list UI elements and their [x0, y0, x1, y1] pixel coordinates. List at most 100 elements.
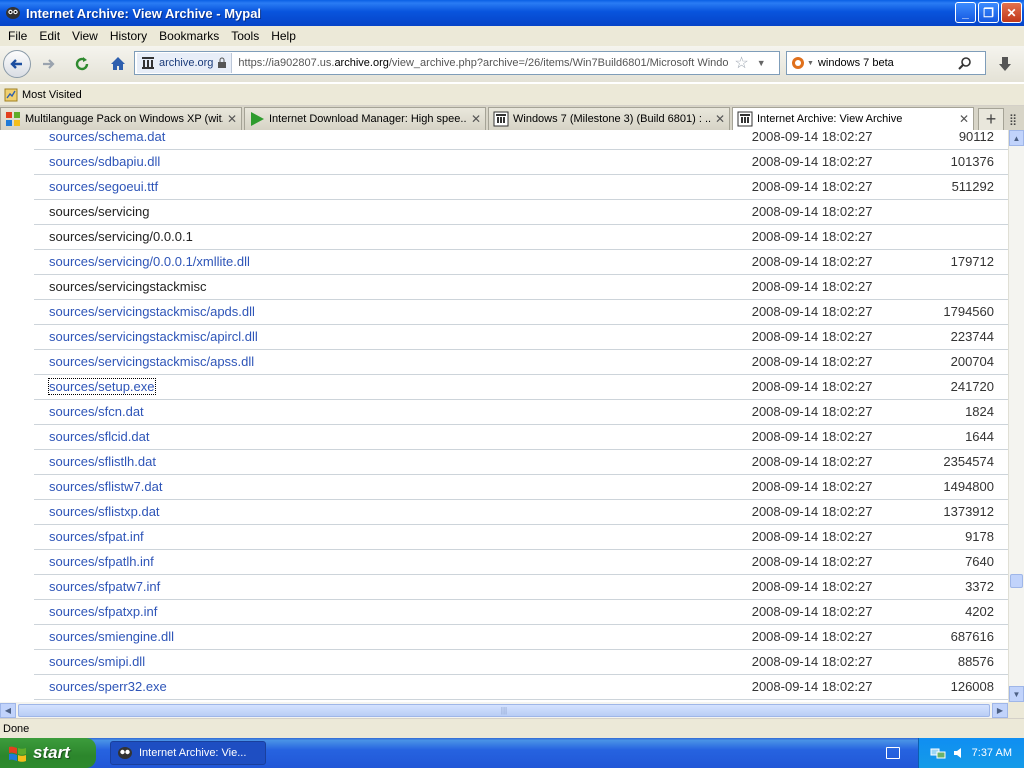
- file-link[interactable]: sources/sfpatxp.inf: [49, 604, 157, 619]
- file-link[interactable]: sources/segoeui.ttf: [49, 179, 158, 194]
- file-link[interactable]: sources/schema.dat: [49, 130, 165, 144]
- search-bar[interactable]: ▼: [786, 51, 986, 75]
- file-link[interactable]: sources/sfpatlh.inf: [49, 554, 154, 569]
- horizontal-scroll-thumb[interactable]: |||: [18, 703, 990, 717]
- menu-file[interactable]: File: [2, 29, 33, 43]
- file-name-cell: sources/setup.exe: [34, 374, 738, 400]
- file-date-cell: 2008-09-14 18:02:27: [737, 674, 908, 700]
- tab-internet-archive-view-archive[interactable]: Internet Archive: View Archive ✕: [732, 107, 974, 130]
- clock[interactable]: 7:37 AM: [972, 747, 1012, 759]
- home-button[interactable]: [104, 50, 132, 78]
- file-link[interactable]: sources/setup.exe: [48, 378, 156, 395]
- file-name-cell: sources/sfcn.dat: [34, 399, 738, 425]
- table-row: sources/sfpatw7.inf 2008-09-14 18:02:27 33…: [34, 574, 1008, 600]
- table-row: sources/schema.dat 2008-09-14 18:02:27 901…: [34, 130, 1008, 150]
- menu-help[interactable]: Help: [265, 29, 302, 43]
- file-date-cell: 2008-09-14 18:02:27: [737, 174, 908, 200]
- file-name-cell: sources/sfpat.inf: [34, 524, 738, 550]
- file-link[interactable]: sources/sperr32.exe: [49, 679, 167, 694]
- tab-close-icon[interactable]: ✕: [227, 112, 237, 126]
- tab-close-icon[interactable]: ✕: [715, 112, 725, 126]
- table-row: sources/servicing 2008-09-14 18:02:27: [34, 199, 1008, 225]
- taskbar-item-mypal[interactable]: Internet Archive: Vie...: [110, 741, 266, 765]
- file-link[interactable]: sources/smipi.dll: [49, 654, 145, 669]
- file-link[interactable]: sources/sfpatw7.inf: [49, 579, 160, 594]
- file-link[interactable]: sources/sflcid.dat: [49, 429, 149, 444]
- menu-history[interactable]: History: [104, 29, 153, 43]
- taskbar-item-label: Internet Archive: Vie...: [139, 747, 247, 759]
- system-tray: 7:37 AM: [918, 738, 1024, 768]
- table-row: sources/servicingstackmisc/apds.dll 2008-…: [34, 299, 1008, 325]
- file-link[interactable]: sources/servicingstackmisc/apss.dll: [49, 354, 254, 369]
- forward-button[interactable]: [34, 50, 62, 78]
- table-row: sources/sfpatxp.inf 2008-09-14 18:02:27 42…: [34, 599, 1008, 625]
- scroll-right-icon[interactable]: ▶: [992, 702, 1008, 718]
- table-row: sources/servicingstackmisc/apss.dll 2008-…: [34, 349, 1008, 375]
- scroll-up-icon[interactable]: ▲: [1009, 130, 1024, 146]
- url-dropdown-icon[interactable]: ▼: [757, 58, 766, 68]
- file-date-cell: 2008-09-14 18:02:27: [737, 274, 908, 300]
- file-link[interactable]: sources/sflistxp.dat: [49, 504, 160, 519]
- file-size-cell: 7640: [907, 549, 1008, 575]
- keyboard-language-icon[interactable]: [886, 747, 900, 759]
- file-size-cell: 3372: [907, 574, 1008, 600]
- search-input[interactable]: [817, 57, 958, 69]
- new-tab-button[interactable]: +: [978, 108, 1004, 130]
- bookmark-star-icon[interactable]: ☆: [734, 53, 748, 73]
- title-bar[interactable]: Internet Archive: View Archive - Mypal _…: [0, 0, 1024, 26]
- file-link[interactable]: sources/sflistlh.dat: [49, 454, 156, 469]
- scroll-down-icon[interactable]: ▼: [1009, 686, 1024, 702]
- navigation-toolbar: archive.org https://ia902807.us.archive.…: [0, 46, 1024, 82]
- file-name-cell: sources/sflistw7.dat: [34, 474, 738, 500]
- file-name-cell: sources/sflistlh.dat: [34, 449, 738, 475]
- url-bar[interactable]: archive.org https://ia902807.us.archive.…: [134, 51, 780, 75]
- tab-multilanguage-pack[interactable]: Multilanguage Pack on Windows XP (wit...…: [0, 107, 242, 130]
- url-text[interactable]: https://ia902807.us.archive.org/view_arc…: [238, 57, 728, 69]
- tab-close-icon[interactable]: ✕: [959, 112, 969, 126]
- search-engine-icon[interactable]: [791, 56, 805, 70]
- file-date-cell: 2008-09-14 18:02:27: [737, 649, 908, 675]
- taskbar: start Internet Archive: Vie... 7:37 AM: [0, 738, 1024, 768]
- tab-windows-7-milestone[interactable]: Windows 7 (Milestone 3) (Build 6801) : .…: [488, 107, 730, 130]
- file-date-cell: 2008-09-14 18:02:27: [737, 299, 908, 325]
- file-name-cell: sources/servicing/0.0.0.1: [34, 224, 738, 250]
- search-icon[interactable]: [958, 56, 972, 70]
- file-date-cell: 2008-09-14 18:02:27: [737, 599, 908, 625]
- volume-icon[interactable]: [952, 746, 966, 760]
- search-engine-dropdown-icon[interactable]: ▼: [807, 60, 814, 67]
- network-icon[interactable]: [930, 746, 946, 760]
- file-link[interactable]: sources/servicingstackmisc/apircl.dll: [49, 329, 258, 344]
- menu-edit[interactable]: Edit: [33, 29, 66, 43]
- downloads-button[interactable]: [994, 54, 1016, 74]
- reload-button[interactable]: [68, 50, 96, 78]
- minimize-button[interactable]: _: [955, 2, 976, 23]
- vertical-scroll-thumb[interactable]: [1010, 574, 1023, 588]
- file-link[interactable]: sources/servicing/0.0.0.1/xmllite.dll: [49, 254, 250, 269]
- horizontal-scrollbar[interactable]: ◀ ||| ▶: [0, 702, 1008, 718]
- file-link[interactable]: sources/sflistw7.dat: [49, 479, 162, 494]
- start-button[interactable]: start: [0, 738, 96, 768]
- tab-list-grid-icon[interactable]: ⣿: [1004, 108, 1022, 130]
- tab-close-icon[interactable]: ✕: [471, 112, 481, 126]
- file-link[interactable]: sources/smiengine.dll: [49, 629, 174, 644]
- file-link[interactable]: sources/sdbapiu.dll: [49, 154, 160, 169]
- file-link[interactable]: sources/sfpat.inf: [49, 529, 144, 544]
- tab-internet-download-manager[interactable]: Internet Download Manager: High spee... …: [244, 107, 486, 130]
- folder-name: sources/servicingstackmisc: [49, 279, 207, 294]
- file-link[interactable]: sources/servicingstackmisc/apds.dll: [49, 304, 255, 319]
- back-button[interactable]: [3, 50, 31, 78]
- scroll-left-icon[interactable]: ◀: [0, 702, 16, 718]
- close-button[interactable]: ✕: [1001, 2, 1022, 23]
- vertical-scrollbar[interactable]: ▲ ▼: [1008, 130, 1024, 702]
- maximize-button[interactable]: ❐: [978, 2, 999, 23]
- menu-bookmarks[interactable]: Bookmarks: [153, 29, 225, 43]
- file-size-cell: 101376: [907, 149, 1008, 175]
- menu-view[interactable]: View: [66, 29, 104, 43]
- table-row: sources/sfcn.dat 2008-09-14 18:02:27 1824: [34, 399, 1008, 425]
- most-visited-bookmark[interactable]: Most Visited: [22, 89, 82, 101]
- site-identity-button[interactable]: archive.org: [137, 53, 233, 73]
- file-size-cell: 126008: [907, 674, 1008, 700]
- file-link[interactable]: sources/sfcn.dat: [49, 404, 144, 419]
- menu-tools[interactable]: Tools: [225, 29, 265, 43]
- file-size-cell: 88576: [907, 649, 1008, 675]
